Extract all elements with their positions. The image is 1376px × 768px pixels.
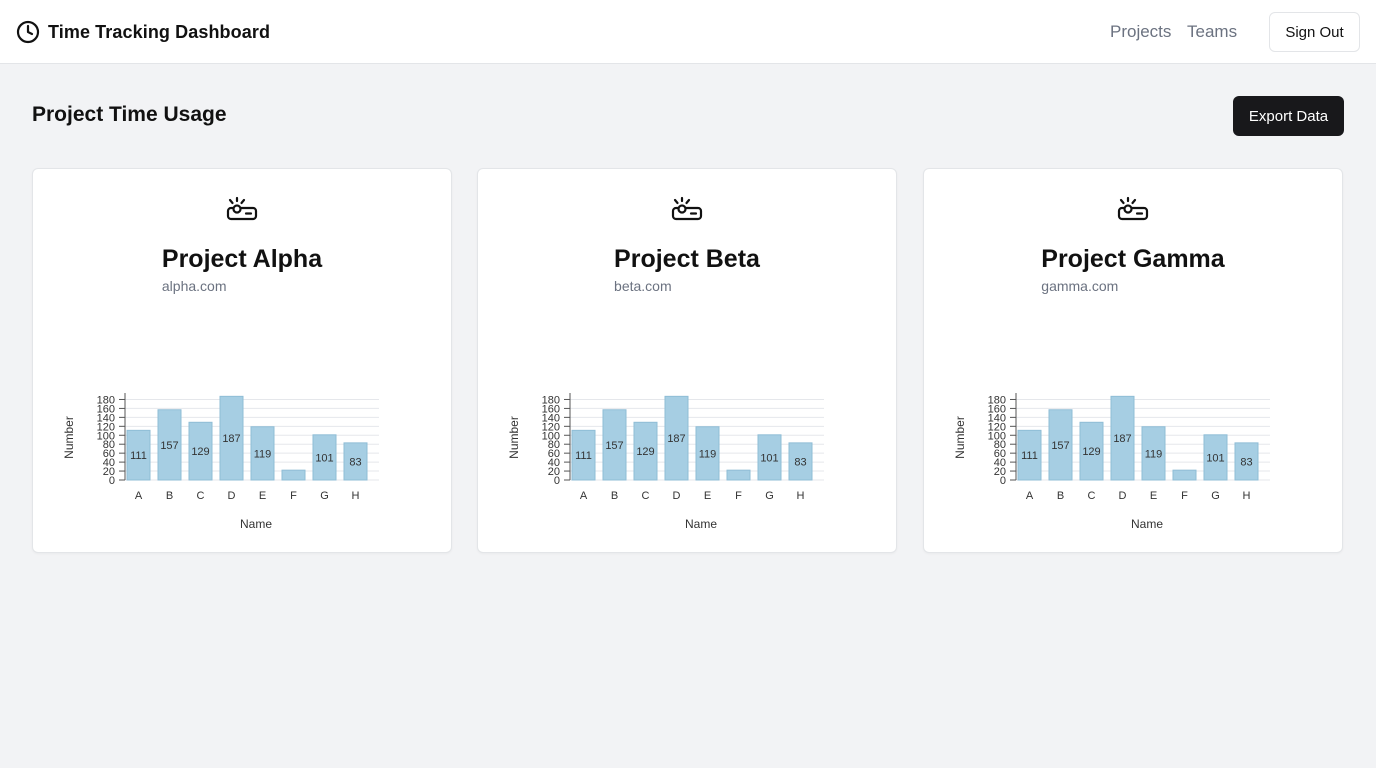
project-name: Project Beta (614, 245, 760, 273)
data-label: 101 (315, 452, 333, 464)
data-label: 83 (794, 456, 806, 468)
y-tick-label: 180 (988, 394, 1006, 406)
project-time-bar-chart: 020406080100120140160180111A157B129C187D… (507, 393, 824, 531)
sign-out-button[interactable]: Sign Out (1269, 12, 1360, 52)
x-tick-label: F (735, 490, 742, 502)
data-label: 187 (222, 433, 240, 445)
data-label: 83 (1240, 456, 1252, 468)
top-navbar: Time Tracking Dashboard Projects Teams S… (0, 0, 1376, 64)
x-tick-label: B (166, 490, 173, 502)
data-label: 129 (636, 446, 654, 458)
x-tick-label: G (320, 490, 329, 502)
project-name: Project Alpha (161, 245, 323, 273)
project-card-alpha[interactable]: Project Alpha alpha.com 0 20 40 60 80 100 120 1… (32, 168, 452, 553)
x-tick-label: D (673, 490, 681, 502)
project-card-gamma[interactable]: Project Gamma gamma.com 0 20 40 60 80 100 120 1… (923, 168, 1343, 553)
x-tick-label: E (704, 490, 711, 502)
data-label: 157 (160, 440, 178, 452)
export-data-button[interactable]: Export Data (1233, 96, 1344, 136)
x-tick-label: C (1088, 490, 1096, 502)
data-label: 157 (605, 440, 623, 452)
data-label: 119 (699, 448, 717, 460)
y-tick-label: 180 (97, 394, 115, 406)
projector-icon (1117, 195, 1149, 223)
y-axis-label: Number (62, 416, 76, 459)
nav-link-projects[interactable]: Projects (1110, 22, 1171, 42)
x-tick-label: A (580, 490, 588, 502)
x-axis-label: Name (240, 517, 272, 531)
data-label: 83 (349, 456, 361, 468)
page-title: Project Time Usage (32, 103, 227, 126)
data-label: 187 (1113, 433, 1131, 445)
data-label: 187 (667, 433, 685, 445)
nav-link-teams[interactable]: Teams (1187, 22, 1237, 42)
project-time-bar-chart: 020406080100120140160180111A157B129C187D… (62, 393, 379, 531)
x-tick-label: H (797, 490, 805, 502)
bar (1172, 469, 1197, 481)
x-tick-label: G (765, 490, 774, 502)
data-label: 119 (254, 448, 272, 460)
x-tick-label: D (1119, 490, 1127, 502)
projector-icon (226, 195, 258, 223)
bar (281, 469, 306, 481)
x-tick-label: D (228, 490, 236, 502)
project-domain[interactable]: gamma.com (1041, 278, 1224, 294)
x-tick-label: E (259, 490, 266, 502)
data-label: 157 (1051, 440, 1069, 452)
clock-icon (16, 20, 40, 44)
data-label: 111 (575, 450, 592, 462)
data-label: 119 (1145, 448, 1163, 460)
app-title: Time Tracking Dashboard (48, 21, 271, 42)
projector-icon (671, 195, 703, 223)
x-axis-label: Name (685, 517, 717, 531)
x-tick-label: E (1150, 490, 1157, 502)
x-tick-label: C (197, 490, 205, 502)
x-tick-label: B (611, 490, 618, 502)
x-tick-label: H (1243, 490, 1251, 502)
x-tick-label: A (1026, 490, 1034, 502)
x-tick-label: F (290, 490, 297, 502)
data-label: 101 (1206, 452, 1224, 464)
bar (726, 469, 751, 481)
data-label: 111 (1021, 450, 1038, 462)
x-tick-label: C (642, 490, 650, 502)
data-label: 129 (191, 446, 209, 458)
project-card-beta[interactable]: Project Beta beta.com 0 20 40 60 80 100 120 140… (477, 168, 897, 553)
brand[interactable]: Time Tracking Dashboard (16, 20, 270, 44)
y-axis-label: Number (507, 416, 521, 459)
data-label: 129 (1082, 446, 1100, 458)
x-axis-label: Name (1131, 517, 1163, 531)
project-domain[interactable]: beta.com (614, 278, 760, 294)
x-tick-label: A (135, 490, 143, 502)
x-tick-label: F (1181, 490, 1188, 502)
x-tick-label: H (352, 490, 360, 502)
y-tick-label: 180 (542, 394, 560, 406)
project-time-bar-chart: 020406080100120140160180111A157B129C187D… (953, 393, 1270, 531)
data-label: 101 (760, 452, 778, 464)
x-tick-label: B (1057, 490, 1064, 502)
project-domain[interactable]: alpha.com (162, 278, 322, 294)
y-axis-label: Number (953, 416, 967, 459)
data-label: 111 (130, 450, 147, 462)
project-name: Project Gamma (1041, 245, 1225, 273)
x-tick-label: G (1211, 490, 1220, 502)
